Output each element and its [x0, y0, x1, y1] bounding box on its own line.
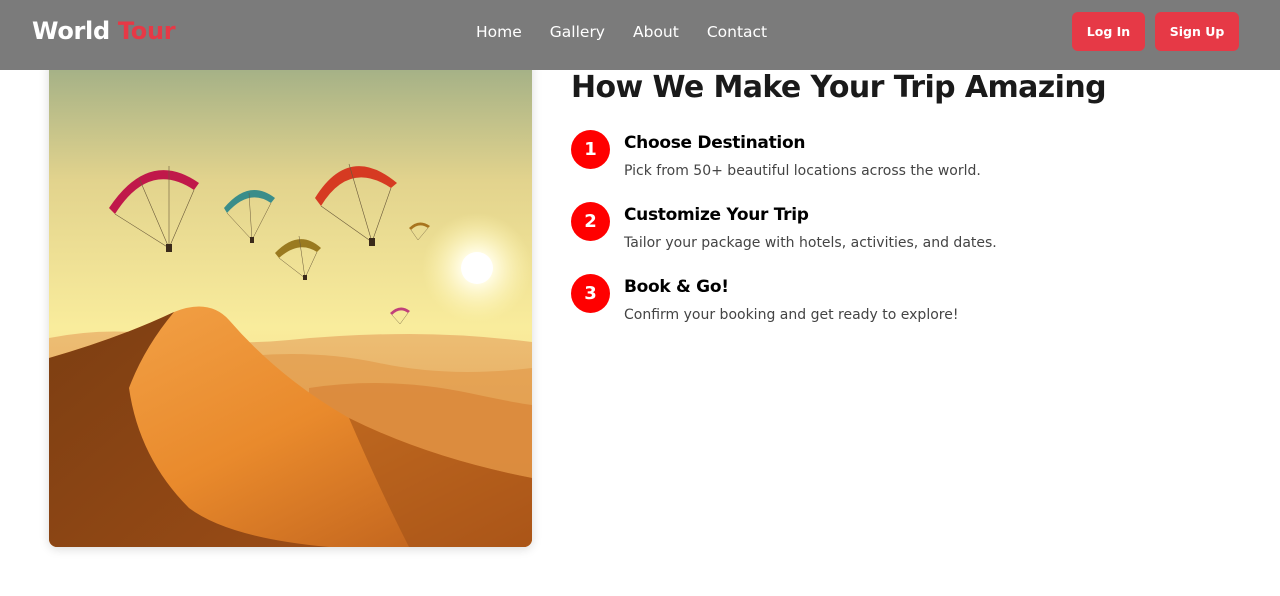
nav-links: Home Gallery About Contact	[476, 22, 795, 42]
signup-button[interactable]: Sign Up	[1155, 12, 1239, 51]
login-button[interactable]: Log In	[1072, 12, 1145, 51]
nav-link-gallery[interactable]: Gallery	[550, 22, 605, 42]
brand-logo[interactable]: World Tour	[32, 17, 176, 45]
step-number-badge: 3	[571, 274, 610, 313]
step-title: Choose Destination	[624, 133, 806, 153]
step-description: Tailor your package with hotels, activit…	[624, 235, 997, 251]
desert-paragliding-illustration	[49, 58, 532, 547]
step-item: 1 Choose Destination Pick from 50+ beaut…	[571, 130, 1231, 202]
step-number-badge: 1	[571, 130, 610, 169]
nav-link-home[interactable]: Home	[476, 22, 522, 42]
step-description: Pick from 50+ beautiful locations across…	[624, 163, 981, 179]
step-item: 3 Book & Go! Confirm your booking and ge…	[571, 274, 1231, 346]
navbar: World Tour Home Gallery About Contact Lo…	[0, 0, 1280, 70]
how-it-works-section: How We Make Your Trip Amazing 1 Choose D…	[571, 70, 1231, 346]
brand-name-accent: Tour	[117, 17, 176, 45]
hero-photo	[49, 58, 532, 547]
nav-link-about[interactable]: About	[633, 22, 679, 42]
steps-list: 1 Choose Destination Pick from 50+ beaut…	[571, 130, 1231, 346]
step-number-badge: 2	[571, 202, 610, 241]
page: World Tour Home Gallery About Contact Lo…	[0, 0, 1280, 596]
step-title: Book & Go!	[624, 277, 729, 297]
section-heading: How We Make Your Trip Amazing	[571, 70, 1107, 105]
nav-link-contact[interactable]: Contact	[707, 22, 767, 42]
step-item: 2 Customize Your Trip Tailor your packag…	[571, 202, 1231, 274]
step-description: Confirm your booking and get ready to ex…	[624, 307, 959, 323]
step-title: Customize Your Trip	[624, 205, 809, 225]
nav-actions: Log In Sign Up	[1072, 12, 1239, 51]
brand-name-main: World	[32, 17, 110, 45]
